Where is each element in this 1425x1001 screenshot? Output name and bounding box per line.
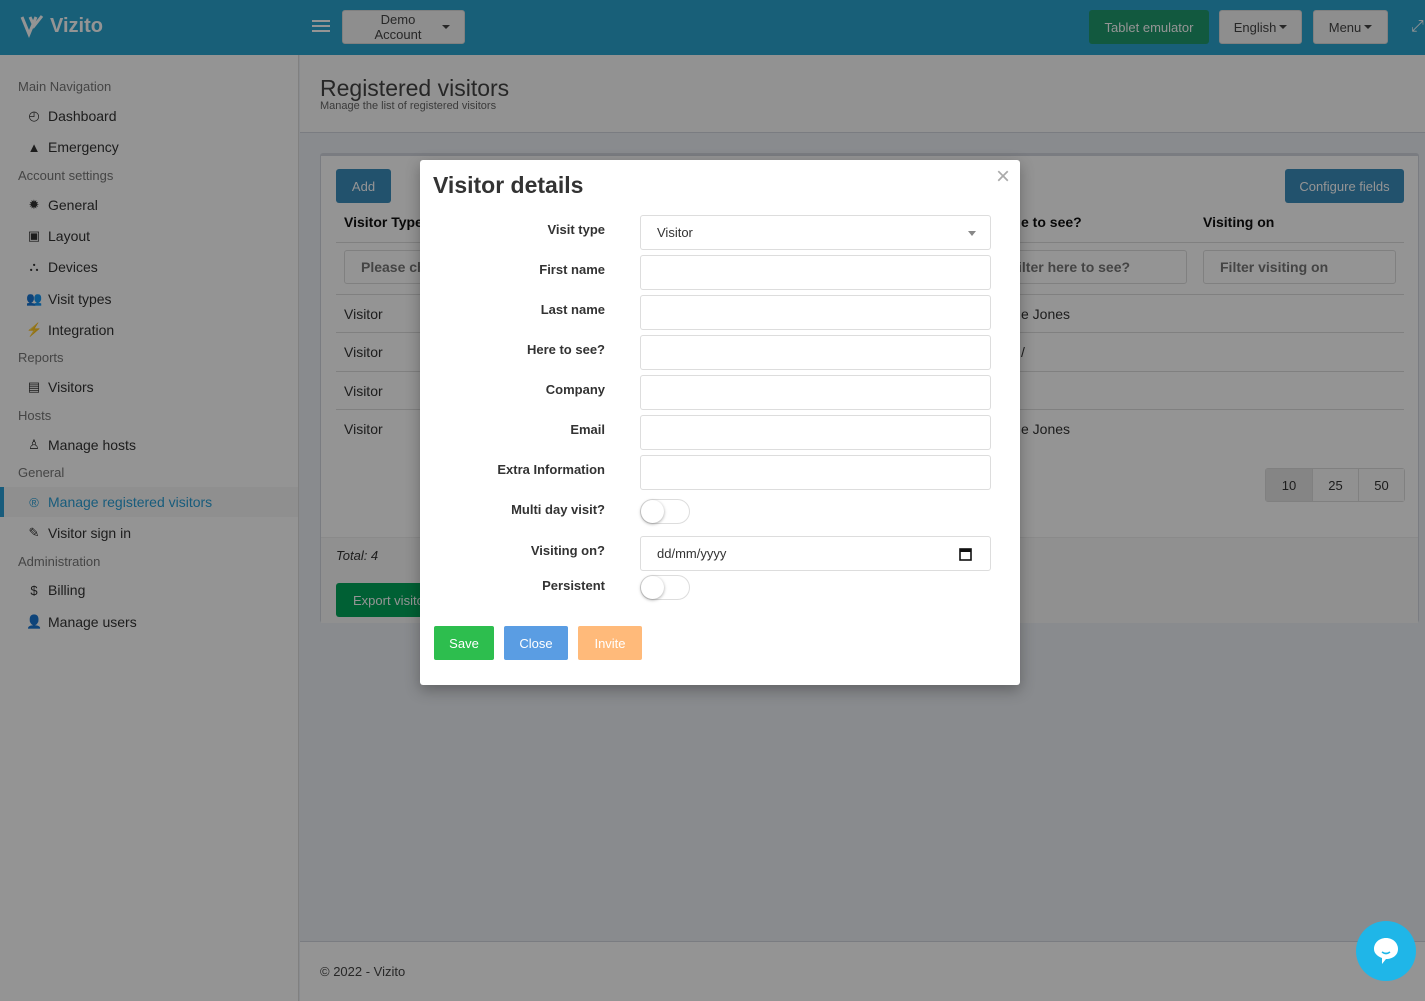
multi-day-visit-toggle[interactable] <box>640 499 690 524</box>
multi-day-visit-label: Multi day visit? <box>511 502 605 517</box>
first-name-input[interactable] <box>640 255 991 290</box>
dropdown-arrow-icon <box>968 231 976 236</box>
close-button[interactable]: Close <box>504 626 568 660</box>
last-name-label: Last name <box>540 302 605 317</box>
visit-type-value: Visitor <box>657 225 693 240</box>
here-to-see-input[interactable] <box>640 335 991 370</box>
toggle-knob <box>641 500 664 523</box>
visiting-on-label: Visiting on? <box>530 543 605 558</box>
persistent-toggle[interactable] <box>640 575 690 600</box>
modal-title: Visitor details <box>433 172 584 198</box>
visit-type-select[interactable]: Visitor <box>640 215 991 250</box>
close-icon[interactable]: × <box>996 165 1010 189</box>
persistent-label: Persistent <box>542 578 605 593</box>
email-input[interactable] <box>640 415 991 450</box>
date-placeholder: dd/mm/yyyy <box>657 546 727 561</box>
here-to-see-label: Here to see? <box>526 342 605 357</box>
save-button[interactable]: Save <box>434 626 494 660</box>
extra-information-label: Extra Information <box>497 462 605 477</box>
extra-information-input[interactable] <box>640 455 991 490</box>
invite-button[interactable]: Invite <box>578 626 642 660</box>
calendar-icon[interactable] <box>959 547 972 561</box>
chat-widget-button[interactable] <box>1356 921 1416 981</box>
first-name-label: First name <box>539 262 605 277</box>
last-name-input[interactable] <box>640 295 991 330</box>
visitor-details-modal: Visitor details × Visit type Visitor Fir… <box>420 160 1020 685</box>
company-label: Company <box>545 382 605 397</box>
visit-type-label: Visit type <box>547 222 605 237</box>
visiting-on-date-input[interactable]: dd/mm/yyyy <box>640 536 991 571</box>
chat-icon <box>1374 938 1398 964</box>
toggle-knob <box>641 576 664 599</box>
company-input[interactable] <box>640 375 991 410</box>
email-label: Email <box>570 422 605 437</box>
